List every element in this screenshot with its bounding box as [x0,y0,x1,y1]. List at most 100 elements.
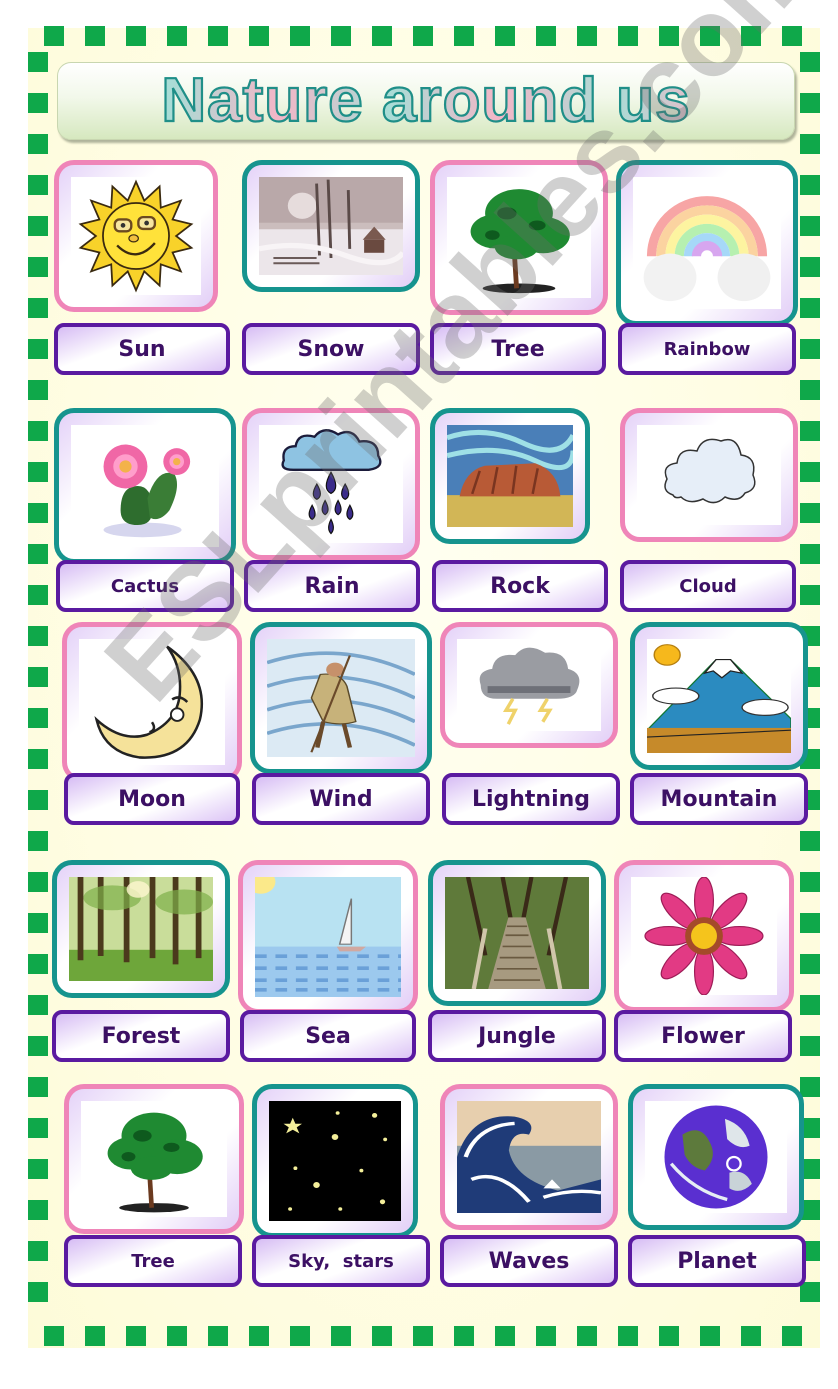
picture-frame [64,1084,244,1234]
border-dot [85,1326,105,1346]
border-dot [800,380,820,400]
vocab-label: Wind [252,773,430,825]
rain-icon [259,425,403,543]
border-dot [800,503,820,523]
border-dot [28,257,48,277]
border-dot [28,544,48,564]
border-dot [800,872,820,892]
moon-icon [79,639,225,765]
border-dot [331,1326,351,1346]
border-dot [44,26,64,46]
planet-icon [645,1101,787,1213]
border-dot [28,298,48,318]
vocab-label: Rainbow [618,323,796,375]
snow-scene-icon [259,177,403,275]
border-dot [800,257,820,277]
sea-icon [255,877,401,997]
border-dot [126,26,146,46]
picture-frame [428,860,606,1006]
border-dot [28,421,48,441]
border-dot [28,585,48,605]
tree-icon [81,1101,227,1217]
picture-frame [250,622,432,774]
vocab-label: Forest [52,1010,230,1062]
border-dot [618,1326,638,1346]
picture-frame [62,622,242,782]
vocab-label: Rain [244,560,420,612]
cloud-icon [637,425,781,525]
picture-frame [252,1084,418,1238]
picture-frame [430,160,608,315]
vocab-label: Cloud [620,560,796,612]
vocab-label: Sun [54,323,230,375]
border-dot [800,93,820,113]
rock-icon [447,425,573,527]
picture-frame [52,860,230,998]
border-dot [28,667,48,687]
border-dot [659,26,679,46]
picture-frame [242,160,420,292]
picture-frame [54,160,218,312]
border-dot [800,1077,820,1097]
border-dot [126,1326,146,1346]
border-dot [700,26,720,46]
border-dot [28,1241,48,1261]
border-dot [577,26,597,46]
border-dot [249,1326,269,1346]
border-dot [208,26,228,46]
border-dot [800,52,820,72]
border-dot [741,26,761,46]
picture-frame [54,408,236,564]
vocab-label: Planet [628,1235,806,1287]
jungle-icon [445,877,589,989]
picture-frame [630,622,808,770]
border-dot [741,1326,761,1346]
picture-frame [616,160,798,326]
border-dot [208,1326,228,1346]
border-dot [800,175,820,195]
picture-frame [238,860,418,1014]
border-dot [28,1118,48,1138]
vocab-label: Rock [432,560,608,612]
border-dot [800,585,820,605]
vocab-label: Moon [64,773,240,825]
border-dot [249,26,269,46]
lightning-icon [457,639,601,731]
border-dot [800,134,820,154]
border-dot [782,26,802,46]
border-dot [28,995,48,1015]
border-dot [28,216,48,236]
sun-icon [71,177,201,295]
vocab-label: Cactus [56,560,234,612]
border-dot [800,544,820,564]
picture-frame [620,408,798,542]
vocab-label: Mountain [630,773,808,825]
border-dot [28,790,48,810]
border-dot [800,1282,820,1302]
vocab-label: Waves [440,1235,618,1287]
border-dot [800,216,820,236]
mountain-icon [647,639,791,753]
border-dot [495,1326,515,1346]
flower-icon [631,877,777,995]
border-dot [28,913,48,933]
border-dot [28,749,48,769]
border-dot [167,26,187,46]
border-dot [800,462,820,482]
border-dot [454,1326,474,1346]
border-dot [28,1036,48,1056]
border-dot [800,421,820,441]
border-dot [413,1326,433,1346]
vocab-label: Tree [64,1235,242,1287]
border-dot [800,339,820,359]
border-dot [659,1326,679,1346]
border-dot [28,380,48,400]
border-dot [28,872,48,892]
border-dot [454,26,474,46]
vocab-label: Jungle [428,1010,606,1062]
border-dot [800,954,820,974]
border-dot [290,26,310,46]
vocab-label: Sky, stars [252,1235,430,1287]
border-dot [700,1326,720,1346]
border-dot [28,831,48,851]
